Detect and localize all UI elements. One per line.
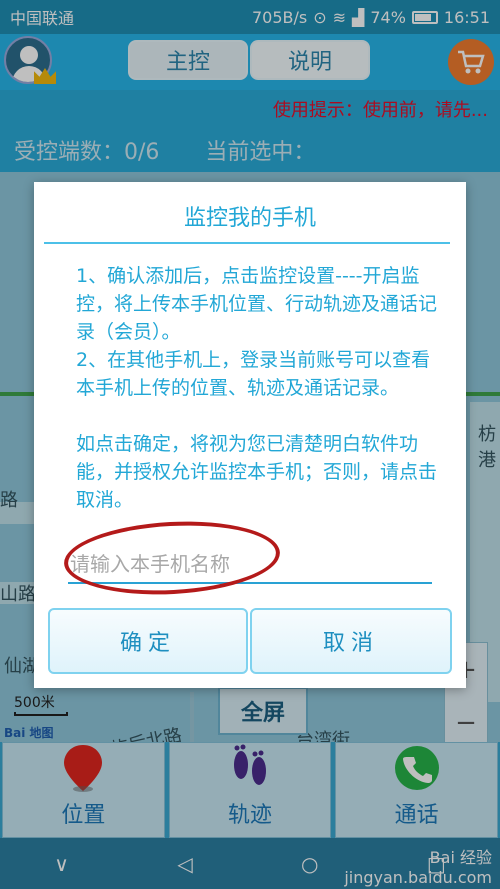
phone-name-input[interactable]: [68, 546, 432, 584]
dialog-gap: [54, 402, 448, 430]
confirm-button[interactable]: 确定: [48, 608, 248, 674]
cancel-button[interactable]: 取消: [250, 608, 452, 674]
monitor-phone-dialog: 监控我的手机 1、确认添加后，点击监控设置----开启监控，将上传本手机位置、行…: [34, 182, 466, 688]
dialog-paragraph: 如点击确定，将视为您已清楚明白软件功能，并授权允许监控本手机；否则，请点击取消。: [76, 433, 438, 511]
dialog-title: 监控我的手机: [183, 206, 316, 231]
dialog-paragraph: 2、在其他手机上，登录当前账号可以查看本手机上传的位置、轨迹及通话记录。: [76, 349, 431, 399]
dialog-body: 1、确认添加后，点击监控设置----开启监控，将上传本手机位置、行动轨迹及通话记…: [54, 262, 448, 514]
dialog-paragraph: 1、确认添加后，点击监控设置----开启监控，将上传本手机位置、行动轨迹及通话记…: [76, 265, 438, 343]
dialog-divider: [44, 242, 450, 244]
